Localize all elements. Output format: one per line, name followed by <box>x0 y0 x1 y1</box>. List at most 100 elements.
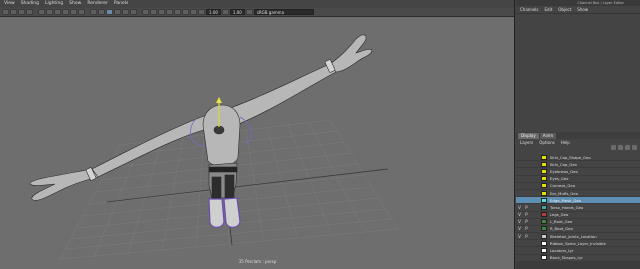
layer-row[interactable]: Corneas_Geo <box>516 183 640 190</box>
playback-toggle[interactable]: P <box>523 234 530 239</box>
layer-name: Torso_Hands_Geo <box>550 204 584 210</box>
layer-row[interactable]: Locators_Lyr <box>516 247 640 255</box>
layer-row[interactable]: V P Skeleton_Joints_Location <box>516 233 640 241</box>
new-layer-selected-icon[interactable] <box>632 145 637 150</box>
layer-color-swatch[interactable] <box>541 183 547 189</box>
channel-box-body[interactable] <box>516 14 640 132</box>
menu-options[interactable]: Options <box>539 140 554 145</box>
gamma-field[interactable]: 1.00 <box>229 9 245 15</box>
camera-attributes-icon[interactable] <box>10 9 17 15</box>
menu-channels[interactable]: Channels <box>520 7 539 12</box>
layer-color-swatch[interactable] <box>541 204 547 210</box>
layer-row[interactable]: Ribbon_Spine_Layer_Invisible <box>516 240 640 248</box>
layer-color-swatch[interactable] <box>541 219 547 225</box>
layer-color-swatch[interactable] <box>541 154 547 160</box>
layer-row[interactable]: Edge_Mesh_Geo <box>516 197 640 205</box>
safe-action-icon[interactable] <box>78 9 85 15</box>
layer-color-swatch[interactable] <box>541 161 547 167</box>
wireframe-on-shaded-icon[interactable] <box>106 9 113 15</box>
tab-anim[interactable]: Anim <box>539 133 557 139</box>
visibility-toggle[interactable]: V <box>516 226 523 231</box>
layer-color-swatch[interactable] <box>541 233 547 239</box>
new-layer-icon[interactable] <box>625 145 630 150</box>
layer-color-swatch[interactable] <box>541 226 547 232</box>
xray-joints-icon[interactable] <box>150 9 157 15</box>
menu-help[interactable]: Help <box>561 140 570 145</box>
menu-show-cb[interactable]: Show <box>577 7 588 12</box>
layer-color-swatch[interactable] <box>541 212 547 218</box>
grid-axis-x <box>106 168 389 203</box>
shadows-icon[interactable] <box>130 9 137 15</box>
menu-renderer[interactable]: Renderer <box>87 0 108 8</box>
anti-alias-icon[interactable] <box>174 9 181 15</box>
layer-row[interactable]: Ear_Muffs_Geo <box>516 190 640 198</box>
layer-row[interactable]: Eyes_Geo <box>516 176 640 183</box>
field-chart-icon[interactable] <box>70 9 77 15</box>
layer-color-swatch[interactable] <box>541 248 547 254</box>
visibility-toggle[interactable]: V <box>516 234 523 239</box>
layer-row[interactable]: V P Torso_Hands_Geo <box>516 204 640 212</box>
tab-display[interactable]: Display <box>518 133 539 139</box>
film-gate-icon[interactable] <box>46 9 53 15</box>
textured-icon[interactable] <box>114 9 121 15</box>
depth-of-field-icon[interactable] <box>182 9 189 15</box>
use-lights-icon[interactable] <box>122 9 129 15</box>
menu-shading[interactable]: Shading <box>21 0 39 8</box>
layer-list-scrollbar[interactable] <box>516 262 640 269</box>
grid-icon[interactable] <box>38 9 45 15</box>
layer-name: Skin_Cap_Geo <box>550 161 577 167</box>
layer-row[interactable]: V P L_Boot_Geo <box>516 219 640 226</box>
playback-toggle[interactable]: P <box>523 205 530 210</box>
menu-layers[interactable]: Layers <box>520 140 533 145</box>
menu-edit[interactable]: Edit <box>545 7 553 12</box>
gate-mask-icon[interactable] <box>62 9 69 15</box>
smooth-shade-icon[interactable] <box>98 9 105 15</box>
backface-icon[interactable] <box>158 9 165 15</box>
playback-toggle[interactable]: P <box>523 226 530 231</box>
visibility-toggle[interactable]: V <box>516 219 523 224</box>
viewport-canvas[interactable] <box>0 17 515 269</box>
layer-row[interactable]: Bone_Shapes_Lyr <box>516 255 640 262</box>
menu-lighting[interactable]: Lighting <box>45 0 63 8</box>
layer-color-swatch[interactable] <box>541 240 547 246</box>
translate-y-arrow <box>216 97 222 103</box>
color-space-dropdown[interactable]: sRGB gamma <box>253 9 314 15</box>
layer-row[interactable]: V P R_Boot_Geo <box>516 226 640 234</box>
resolution-gate-icon[interactable] <box>54 9 61 15</box>
exposure-icon[interactable] <box>198 9 205 15</box>
layer-color-swatch[interactable] <box>541 197 547 203</box>
bookmark-icon[interactable] <box>18 9 25 15</box>
menu-show[interactable]: Show <box>69 0 81 8</box>
gamma-icon[interactable] <box>221 9 229 15</box>
layer-row[interactable]: Eyebrows_Geo <box>516 168 640 176</box>
layer-color-swatch[interactable] <box>541 190 547 196</box>
wireframe-icon[interactable] <box>90 9 97 15</box>
move-layer-down-icon[interactable] <box>618 145 623 150</box>
ambient-occlusion-icon[interactable] <box>166 9 173 15</box>
layer-color-swatch[interactable] <box>541 255 547 261</box>
move-layer-up-icon[interactable] <box>611 145 616 150</box>
image-plane-icon[interactable] <box>26 9 33 15</box>
playback-toggle[interactable]: P <box>523 212 530 217</box>
visibility-toggle[interactable]: V <box>516 212 523 217</box>
layer-row[interactable]: Skin_Cap_Shape_Geo <box>516 154 640 162</box>
layer-name: Legs_Geo <box>550 212 569 218</box>
layer-color-swatch[interactable] <box>541 176 547 182</box>
select-camera-icon[interactable] <box>2 9 9 15</box>
menu-object[interactable]: Object <box>558 7 571 12</box>
visibility-toggle[interactable]: V <box>516 205 523 210</box>
layer-color-swatch[interactable] <box>541 168 547 174</box>
layer-row[interactable]: V P Legs_Geo <box>516 212 640 219</box>
color-management-icon[interactable] <box>245 9 253 15</box>
layer-tools <box>611 145 637 150</box>
menu-view[interactable]: View <box>4 0 15 8</box>
exposure-field[interactable]: 1.00 <box>206 9 221 15</box>
layer-row[interactable]: Skin_Cap_Geo <box>516 161 640 169</box>
layer-name: Bone_Shapes_Lyr <box>550 255 583 261</box>
isolate-select-icon[interactable] <box>190 9 197 15</box>
viewport-panel[interactable]: View Shading Lighting Show Renderer Pane… <box>0 0 515 269</box>
menu-panels[interactable]: Panels <box>114 0 128 8</box>
camera-label: 35 Perclam : persp <box>238 259 277 264</box>
playback-toggle[interactable]: P <box>523 219 530 224</box>
xray-icon[interactable] <box>142 9 149 15</box>
